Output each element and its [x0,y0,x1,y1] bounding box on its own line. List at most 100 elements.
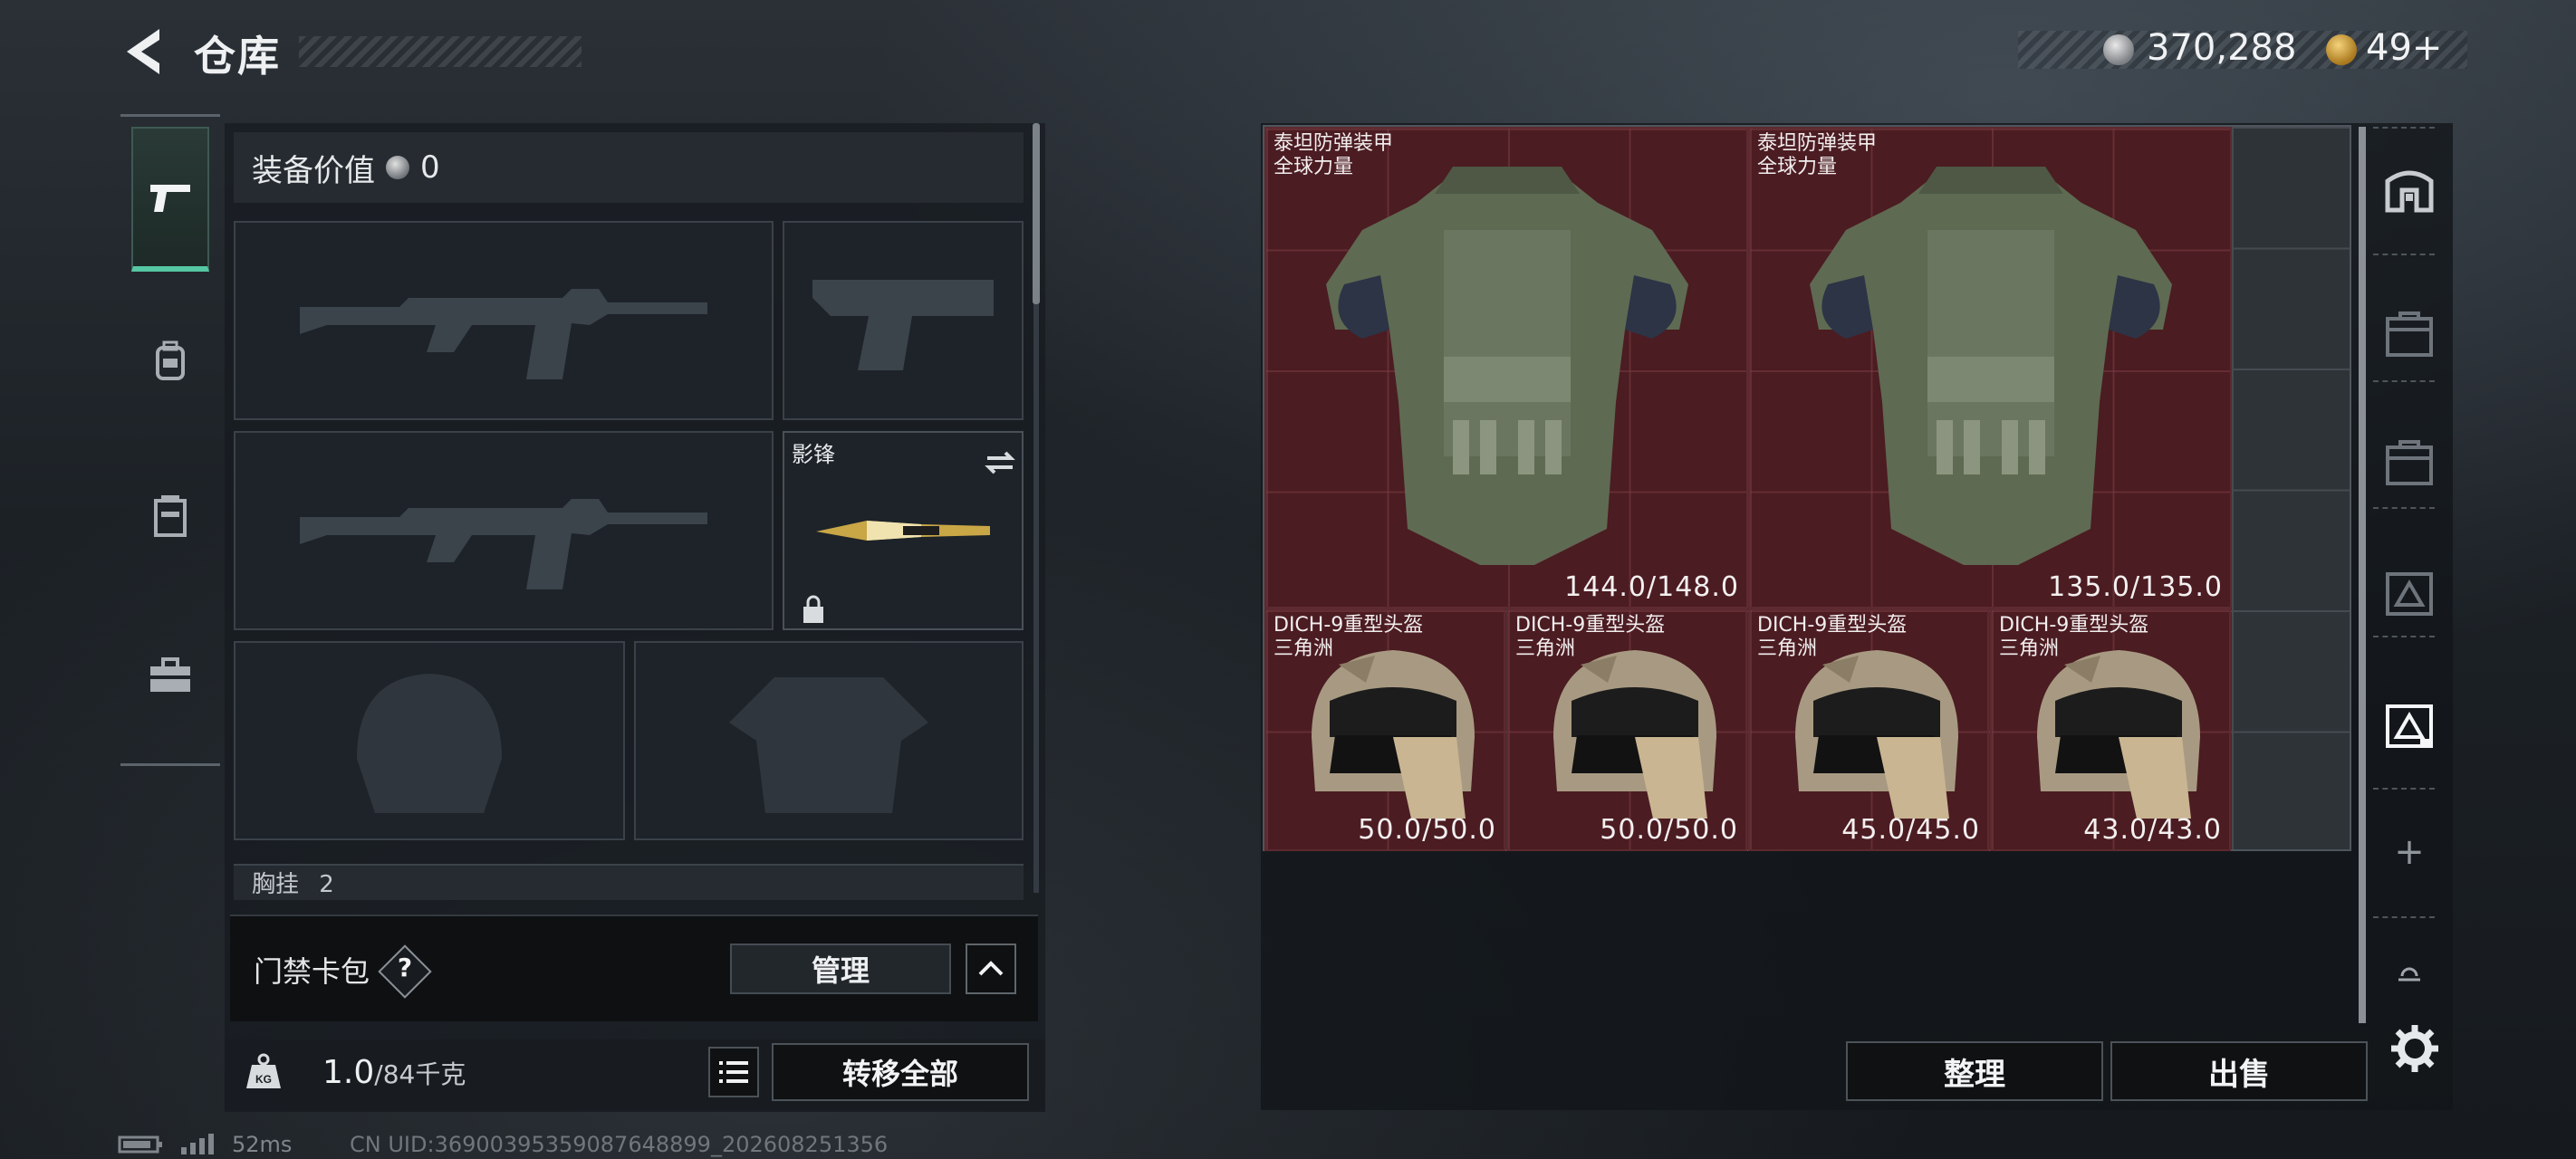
slot-helmet[interactable] [234,641,625,840]
weight-value: 1.0 [322,1054,375,1091]
item-name: DICH-9重型头盔 三角洲 [1999,614,2149,660]
storage-item-helmet[interactable]: DICH-9重型头盔 三角洲 43.0/43.0 [1990,608,2231,851]
storage-scrollbar[interactable] [2359,127,2366,1023]
storage-item-body-armor[interactable]: 泰坦防弹装甲 全球力量 135.0/135.0 [1748,127,2232,608]
triangle-crate-icon [2386,704,2433,748]
slot-primary-weapon[interactable] [234,221,774,420]
crate-icon [2386,440,2433,485]
lock-icon [803,595,823,623]
back-button[interactable] [118,24,172,80]
access-card-label: 门禁卡包 [254,954,370,989]
manage-button[interactable]: 管理 [730,943,951,994]
storage-tab-4[interactable] [2382,565,2437,619]
transfer-all-button[interactable]: 转移全部 [772,1043,1029,1101]
user-uid: CN UID:36900395359087648899_202608251356 [350,1132,889,1157]
melee-name: 影锋 [792,442,835,467]
pistol-silhouette-icon [812,280,994,370]
status-bar: 52ms [118,1132,292,1157]
chest-rig-label: 胸挂 [252,871,300,898]
weight-capacity: /84千克 [374,1059,466,1089]
knife-icon [816,521,990,541]
rifle-silhouette-icon [300,289,707,379]
item-durability: 50.0/50.0 [1358,814,1496,846]
silver-coin-icon [2103,34,2134,65]
gold-currency-value[interactable]: 49+ [2366,27,2442,69]
storage-tab-2[interactable] [2382,306,2437,360]
equipment-value: 0 [420,149,440,186]
item-durability: 43.0/43.0 [2083,814,2222,846]
expand-button[interactable] [966,943,1016,994]
heavy-helmet-icon [2037,650,2200,819]
loadout-scrollbar[interactable] [1033,123,1040,304]
storage-tab-3[interactable] [2382,435,2437,489]
chevron-up-icon [978,961,1004,976]
body-armor-icon [1810,167,2172,565]
battery-icon [118,1135,162,1154]
add-storage-button[interactable]: + [2382,831,2437,886]
storage-item-helmet[interactable]: DICH-9重型头盔 三角洲 50.0/50.0 [1264,608,1505,851]
slot-melee[interactable]: 影锋 [783,431,1024,630]
item-name: DICH-9重型头盔 三角洲 [1515,614,1666,660]
storage-item-body-armor[interactable]: 泰坦防弹装甲 全球力量 144.0/148.0 [1264,127,1748,608]
heavy-helmet-icon [1553,650,1716,819]
back-arrow-icon [127,29,159,74]
small-lock-icon [2398,967,2420,982]
equipment-value-label: 装备价值 [252,152,375,189]
silver-currency-value: 370,288 [2147,27,2297,69]
gear-icon [2391,1025,2438,1072]
backpack-icon [156,340,185,380]
pistol-icon [150,185,190,212]
slot-secondary-weapon[interactable] [234,431,774,630]
storage-tab-5-active[interactable] [2382,697,2437,752]
category-tab-toolbox[interactable] [131,603,209,748]
item-durability: 45.0/45.0 [1841,814,1980,846]
kg-weight-icon: KG [246,1053,281,1088]
category-tab-weapons[interactable] [131,127,209,272]
slot-pistol[interactable] [783,221,1024,420]
triangle-crate-icon [2386,572,2433,616]
storage-item-helmet[interactable]: DICH-9重型头盔 三角洲 50.0/50.0 [1506,608,1747,851]
rifle-silhouette-icon [300,499,707,589]
heavy-helmet-icon [1795,650,1958,819]
category-tab-vest[interactable] [131,444,209,589]
equipment-value-row: 装备价值 0 [234,132,1024,203]
storage-minor-tab[interactable] [2382,956,2437,992]
sort-button[interactable]: 整理 [1846,1041,2103,1101]
item-name: 泰坦防弹装甲 全球力量 [1757,132,1878,178]
help-glyph: ? [397,953,413,982]
title-decoration [299,36,582,67]
item-durability: 50.0/50.0 [1600,814,1738,846]
silver-coin-icon [386,156,409,179]
chest-rig-count: 2 [319,871,334,898]
helmet-silhouette-icon [357,674,502,813]
loadout-scroll-track [1033,304,1039,893]
crate-icon [2386,311,2433,357]
toolbox-icon [150,657,190,692]
weight-readout: 1.0/84千克 [322,1054,466,1091]
signal-icon [181,1134,214,1154]
item-name: DICH-9重型头盔 三角洲 [1757,614,1908,660]
svg-text:KG: KG [255,1073,272,1086]
gold-coin-icon [2326,34,2357,65]
item-name: 泰坦防弹装甲 全球力量 [1274,132,1394,178]
settings-button[interactable] [2388,1021,2442,1076]
storage-tab-all[interactable] [2382,161,2437,216]
list-view-button[interactable] [708,1047,759,1097]
item-durability: 144.0/148.0 [1564,571,1739,603]
body-armor-icon [1326,167,1688,565]
slot-body-armor[interactable] [634,641,1024,840]
swap-arrows-icon[interactable] [984,449,1016,476]
armor-silhouette-icon [729,677,928,813]
category-tab-backpack[interactable] [131,288,209,433]
storage-box-icon [2385,170,2434,213]
storage-item-helmet[interactable]: DICH-9重型头盔 三角洲 45.0/45.0 [1748,608,1989,851]
vest-icon [154,495,187,537]
heavy-helmet-icon [1312,650,1475,819]
sell-button[interactable]: 出售 [2110,1041,2368,1101]
add-glyph: + [2394,831,2425,873]
chest-rig-section: 胸挂 2 [234,864,1024,900]
ping-readout: 52ms [232,1132,293,1157]
page-title: 仓库 [194,32,281,81]
list-icon [719,1061,748,1083]
item-durability: 135.0/135.0 [2048,571,2223,603]
